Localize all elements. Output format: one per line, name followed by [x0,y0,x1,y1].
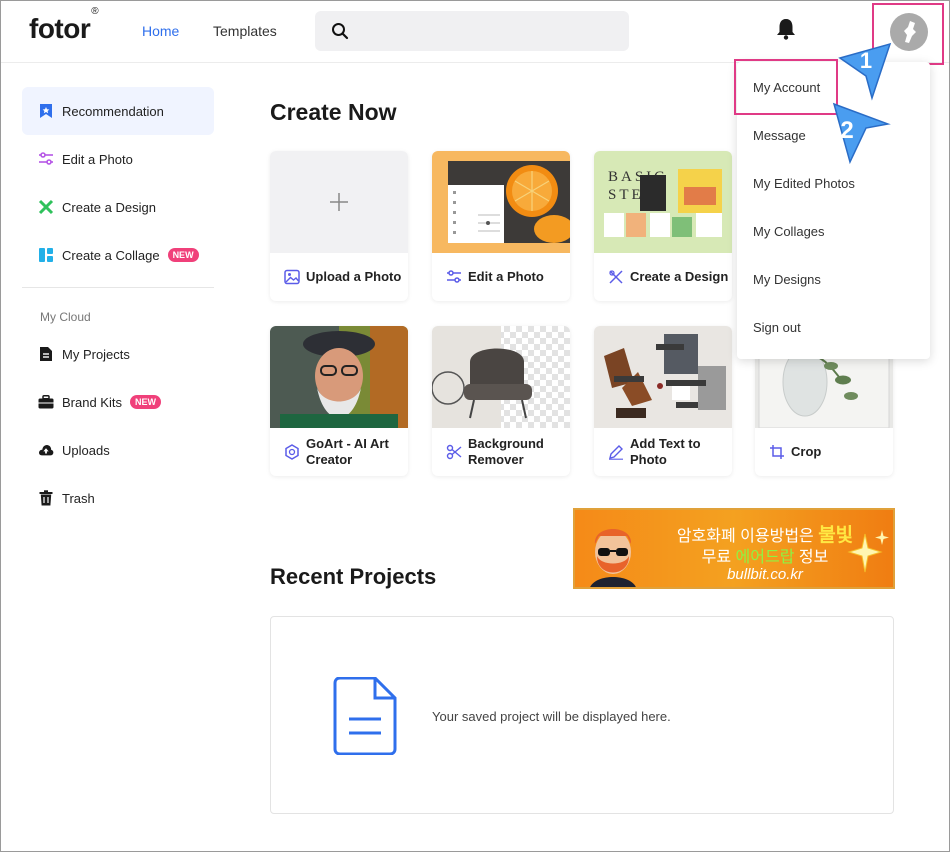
star-bookmark-icon [38,103,54,119]
nav-home-link[interactable]: Home [142,23,179,39]
menu-item-sign-out[interactable]: Sign out [753,320,801,335]
sidebar-item-label: Brand Kits [62,394,122,410]
upload-thumb [270,151,408,253]
empty-projects-panel: Your saved project will be displayed her… [270,616,894,814]
cloud-upload-icon [38,442,54,458]
sparkle-icon [847,530,889,573]
new-badge: NEW [167,248,199,262]
sidebar-item-my-projects[interactable]: My Projects [22,330,214,378]
step1-pointer-icon: 1 [838,42,892,101]
card-label: Create a Design [630,269,729,284]
menu-item-my-designs[interactable]: My Designs [753,272,821,287]
search-input[interactable] [315,11,629,51]
step2-pointer-icon: 2 [832,102,891,165]
sidebar-item-edit-photo[interactable]: Edit a Photo [22,135,214,183]
goart-thumb [270,326,408,428]
document-icon [38,346,54,362]
scissors-icon [446,444,462,460]
search-icon [332,23,349,40]
create-now-heading: Create Now [270,99,397,125]
sidebar-item-label: Trash [62,490,95,506]
card-edit-photo[interactable]: Edit a Photo [432,151,570,301]
card-background-remover[interactable]: Background Remover [432,326,570,476]
pen-icon [609,445,623,460]
sidebar-item-label: Uploads [62,442,110,458]
nav-templates-link[interactable]: Templates [213,23,277,39]
menu-item-my-edited-photos[interactable]: My Edited Photos [753,176,855,191]
svg-text:1: 1 [860,48,872,73]
sidebar-item-label: Create a Design [62,199,156,215]
empty-document-icon [333,677,397,755]
empty-state-text: Your saved project will be displayed her… [432,709,671,724]
card-upload-photo[interactable]: Upload a Photo [270,151,408,301]
trash-icon [38,490,54,506]
create-design-thumb: BASIC STEPS [594,151,732,253]
edit-photo-thumb [432,151,570,253]
card-label: Add Text to Photo [630,436,701,467]
crop-icon [770,445,784,459]
sliders-icon [447,270,461,283]
card-label: Background Remover [468,436,544,467]
menu-item-my-collages[interactable]: My Collages [753,224,825,239]
new-badge: NEW [129,395,161,409]
sidebar-item-recommendation[interactable]: Recommendation [22,87,214,135]
add-text-thumb [594,326,732,428]
plus-icon [330,193,348,211]
card-label: Crop [791,444,822,459]
ad-mascot-image [590,529,636,587]
notification-bell-icon[interactable] [775,17,797,41]
svg-text:2: 2 [840,117,853,144]
sidebar-item-brand-kits[interactable]: Brand Kits NEW [22,378,214,426]
goart-icon [285,444,299,460]
top-header: fotor® Home Templates [1,1,949,63]
background-remover-thumb [432,326,570,428]
recent-projects-heading: Recent Projects [270,564,437,589]
ad-banner[interactable]: 암호화폐 이용방법은 불빛 무료 에어드랍 정보 bullbit.co.kr [573,508,895,589]
sidebar-section-title: My Cloud [40,310,91,324]
image-icon [284,269,300,285]
sidebar-item-create-collage[interactable]: Create a Collage NEW [22,231,214,279]
sidebar-item-trash[interactable]: Trash [22,474,214,522]
card-label: Edit a Photo [468,269,544,284]
briefcase-icon [38,394,54,410]
sidebar-item-label: Edit a Photo [62,151,133,167]
design-icon [609,270,623,284]
sidebar-divider [22,287,214,288]
card-create-design[interactable]: BASIC STEPS Create a Design [594,151,732,301]
collage-icon [38,247,54,263]
sidebar: Recommendation Edit a Photo Create a Des… [22,87,214,522]
sidebar-item-label: My Projects [62,346,130,362]
design-icon [38,199,54,215]
sidebar-item-label: Create a Collage [62,247,160,263]
sidebar-item-label: Recommendation [62,103,164,119]
card-label: GoArt - AI Art Creator [306,436,389,467]
card-label: Upload a Photo [306,269,402,284]
menu-item-message[interactable]: Message [753,128,806,143]
sidebar-item-create-design[interactable]: Create a Design [22,183,214,231]
card-goart[interactable]: GoArt - AI Art Creator [270,326,408,476]
sliders-icon [38,151,54,167]
card-add-text[interactable]: Add Text to Photo [594,326,732,476]
sidebar-item-uploads[interactable]: Uploads [22,426,214,474]
fotor-logo[interactable]: fotor® [29,6,99,45]
